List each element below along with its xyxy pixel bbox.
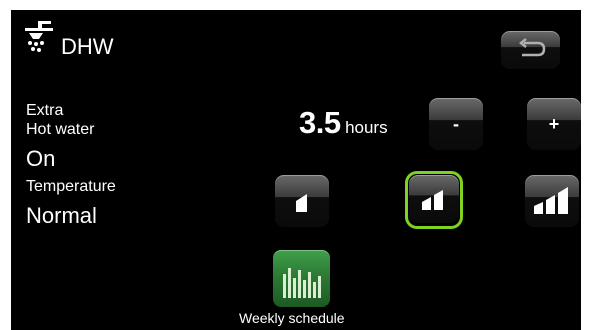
duration-value: 3.5	[299, 105, 341, 140]
temperature-value: Normal	[26, 203, 97, 228]
temperature-high-button[interactable]	[525, 175, 579, 227]
plus-label: +	[548, 113, 560, 134]
temperature-low-button[interactable]	[275, 175, 329, 227]
dhw-screen: DHW Extra Hot water On Temperature Norma…	[11, 10, 581, 330]
back-arrow-icon	[514, 37, 548, 64]
page-title: DHW	[61, 34, 114, 59]
extra-label-line1: Extra	[26, 102, 64, 119]
hot-water-label-line2: Hot water	[26, 121, 95, 138]
extra-hot-water-status: On	[26, 146, 56, 171]
duration-unit: hours	[345, 118, 388, 137]
level-high-icon	[532, 184, 572, 219]
bar-chart-icon	[281, 260, 323, 303]
shower-icon	[23, 19, 57, 53]
temperature-label: Temperature	[26, 178, 116, 195]
level-low-icon	[287, 186, 317, 217]
level-normal-icon	[419, 184, 449, 215]
temperature-normal-button[interactable]	[409, 175, 459, 223]
back-button[interactable]	[501, 31, 560, 69]
increase-hours-button[interactable]: +	[527, 98, 581, 150]
minus-label: -	[453, 113, 459, 134]
weekly-schedule-label: Weekly schedule	[239, 310, 345, 326]
decrease-hours-button[interactable]: -	[429, 98, 483, 150]
weekly-schedule-button[interactable]	[273, 250, 330, 307]
duration-readout: 3.5 hours	[299, 105, 388, 141]
